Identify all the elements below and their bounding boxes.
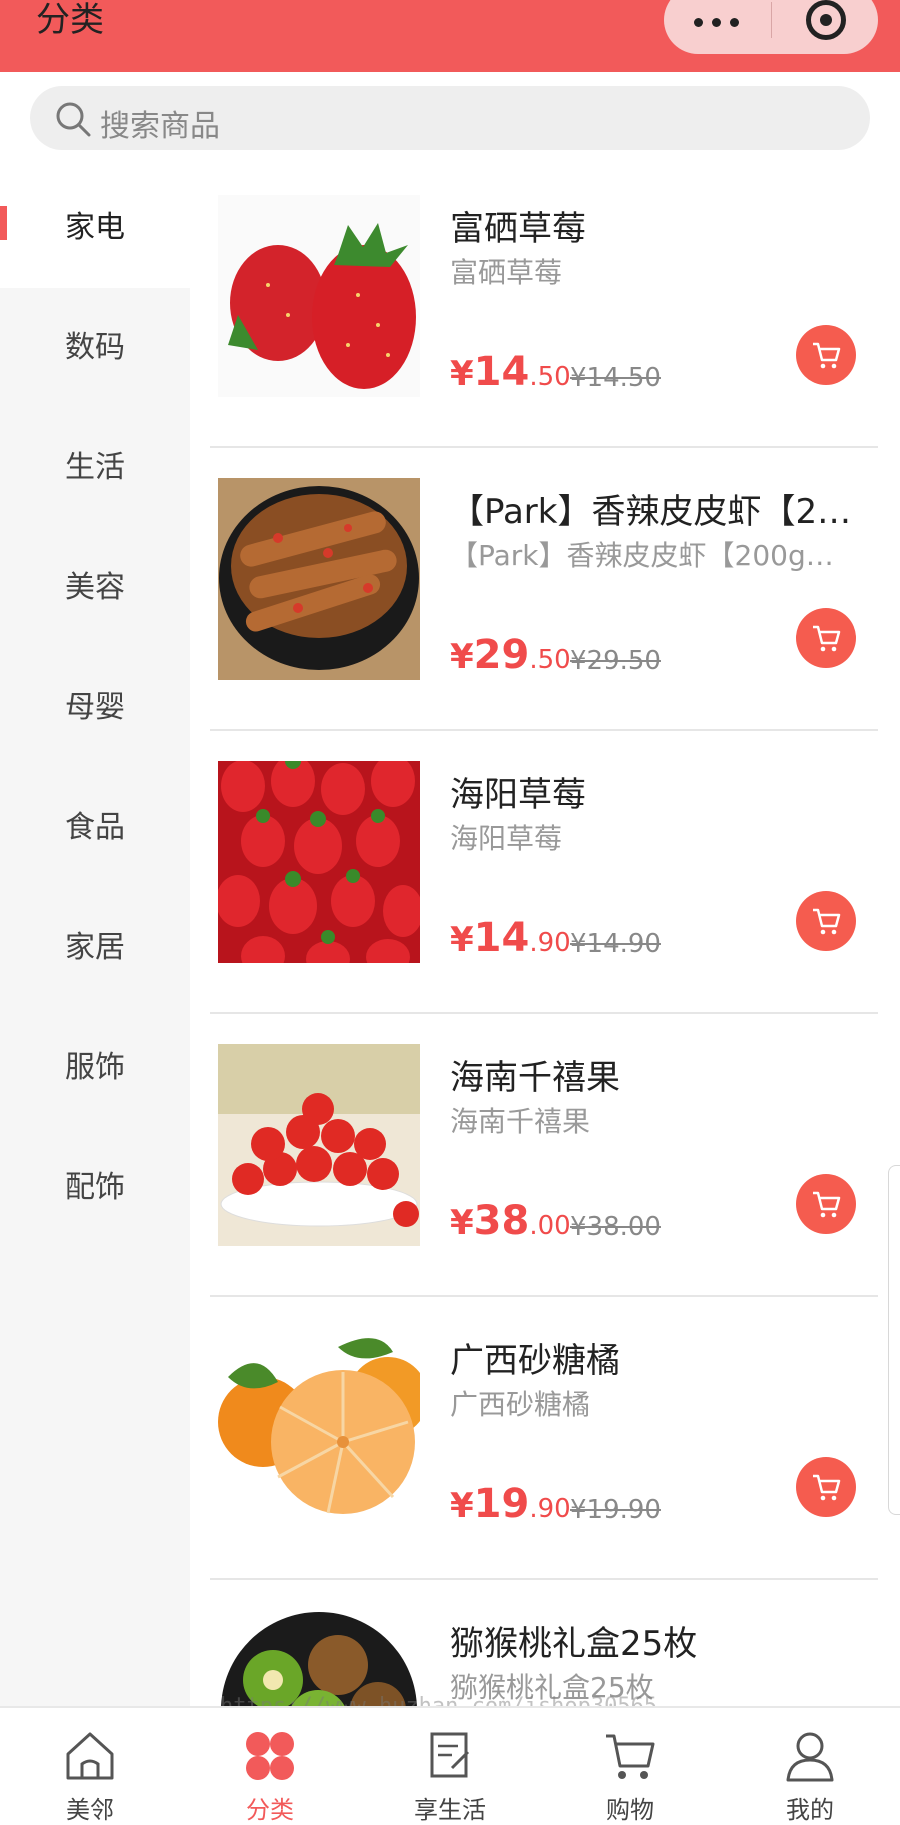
sidebar-item-label: 母婴 [65,690,125,725]
sidebar-item-accessories[interactable]: 配饰 [0,1128,190,1248]
product-subtitle: 海阳草莓 [450,822,563,855]
search-icon [56,102,91,137]
sidebar-item-clothing[interactable]: 服饰 [0,1008,190,1128]
bottom-tab-bar: 美邻 分类 享生活 购物 我的 [0,1706,900,1825]
strawberry-image [218,195,420,397]
sidebar-item-life[interactable]: 生活 [0,408,190,528]
product-card[interactable]: 海南千禧果 海南千禧果 ¥38.00 ¥38.00 [210,1014,878,1297]
sidebar-item-label: 数码 [65,330,125,365]
tab-shopping[interactable]: 购物 [540,1708,720,1825]
category-page: 分类 搜索商品 家电 数码 生活 美容 母婴 食品 家居 服饰 配饰 富硒草莓 … [0,0,900,1825]
tab-category[interactable]: 分类 [180,1708,360,1825]
spicy-shrimp-image [218,478,420,680]
add-to-cart-button[interactable] [796,325,856,385]
sidebar-item-label: 家电 [65,210,125,245]
search-input[interactable]: 搜索商品 [30,86,870,150]
product-price: ¥19.90 [450,1481,571,1527]
sidebar-item-label: 服饰 [65,1050,125,1085]
tab-life[interactable]: 享生活 [360,1708,540,1825]
add-to-cart-button[interactable] [796,608,856,668]
product-price: ¥29.50 [450,632,571,678]
mandarin-image [218,1327,420,1529]
scroll-edge [888,1165,900,1515]
product-title: 富硒草莓 [450,209,586,249]
top-bar: 分类 [0,0,900,72]
original-price: ¥38.00 [570,1212,661,1242]
strawberry-pile-image [218,761,420,963]
add-to-cart-button[interactable] [796,1174,856,1234]
cart-icon [813,1474,841,1501]
product-price: ¥14.90 [450,915,571,961]
cart-icon [813,342,841,369]
product-title: 广西砂糖橘 [450,1341,620,1381]
product-card[interactable]: 广西砂糖橘 广西砂糖橘 ¥19.90 ¥19.90 [210,1297,878,1580]
tab-label: 分类 [246,1796,294,1824]
tab-label: 我的 [786,1796,834,1824]
capsule-divider [771,2,772,38]
product-title: 海南千禧果 [450,1058,620,1098]
add-to-cart-button[interactable] [796,891,856,951]
cart-icon [606,1734,655,1779]
more-icon[interactable] [694,0,754,36]
active-indicator [0,206,7,240]
product-subtitle: 海南千禧果 [450,1105,591,1138]
tab-label: 购物 [606,1796,654,1824]
product-price: ¥14.50 [450,349,571,395]
original-price: ¥14.50 [570,363,661,393]
cart-icon [813,1191,841,1218]
sidebar-item-baby[interactable]: 母婴 [0,648,190,768]
original-price: ¥14.90 [570,929,661,959]
product-title: 猕猴桃礼盒25枚 [450,1624,698,1664]
original-price: ¥29.50 [570,646,661,676]
cherry-tomatoes-image [218,1044,420,1246]
sidebar-item-beauty[interactable]: 美容 [0,528,190,648]
tab-label: 享生活 [414,1796,486,1824]
product-title: 海阳草莓 [450,775,586,815]
mini-program-capsule [664,0,878,54]
sidebar-item-home[interactable]: 家居 [0,888,190,1008]
page-title: 分类 [36,0,104,40]
sidebar-item-food[interactable]: 食品 [0,768,190,888]
life-icon [430,1732,470,1778]
sidebar-item-label: 食品 [65,810,125,845]
category-sidebar: 家电 数码 生活 美容 母婴 食品 家居 服饰 配饰 [0,168,190,1706]
sidebar-item-label: 家居 [65,930,125,965]
add-to-cart-button[interactable] [796,1457,856,1517]
product-subtitle: 广西砂糖橘 [450,1388,591,1421]
category-icon [246,1732,294,1780]
product-price: ¥38.00 [450,1198,571,1244]
product-subtitle: 富硒草莓 [450,256,563,289]
original-price: ¥19.90 [570,1495,661,1525]
tab-home[interactable]: 美邻 [0,1708,180,1825]
product-card[interactable]: 海阳草莓 海阳草莓 ¥14.90 ¥14.90 [210,731,878,1014]
tab-profile[interactable]: 我的 [720,1708,900,1825]
cart-icon [813,625,841,652]
product-subtitle: 【Park】香辣皮皮虾【200g… [450,539,834,572]
sidebar-item-label: 配饰 [65,1170,125,1205]
profile-icon [786,1732,834,1782]
product-card[interactable]: 【Park】香辣皮皮虾【2… 【Park】香辣皮皮虾【200g… ¥29.50 … [210,448,878,731]
sidebar-item-digital[interactable]: 数码 [0,288,190,408]
sidebar-item-appliances[interactable]: 家电 [0,168,190,288]
sidebar-item-label: 生活 [65,450,125,485]
search-placeholder: 搜索商品 [100,109,220,144]
close-target-icon[interactable] [806,0,846,40]
home-icon [66,1732,114,1780]
cart-icon [813,908,841,935]
tab-label: 美邻 [66,1796,114,1824]
sidebar-item-label: 美容 [65,570,125,605]
product-card[interactable]: 富硒草莓 富硒草莓 ¥14.50 ¥14.50 [210,165,878,448]
product-title: 【Park】香辣皮皮虾【2… [450,492,852,532]
